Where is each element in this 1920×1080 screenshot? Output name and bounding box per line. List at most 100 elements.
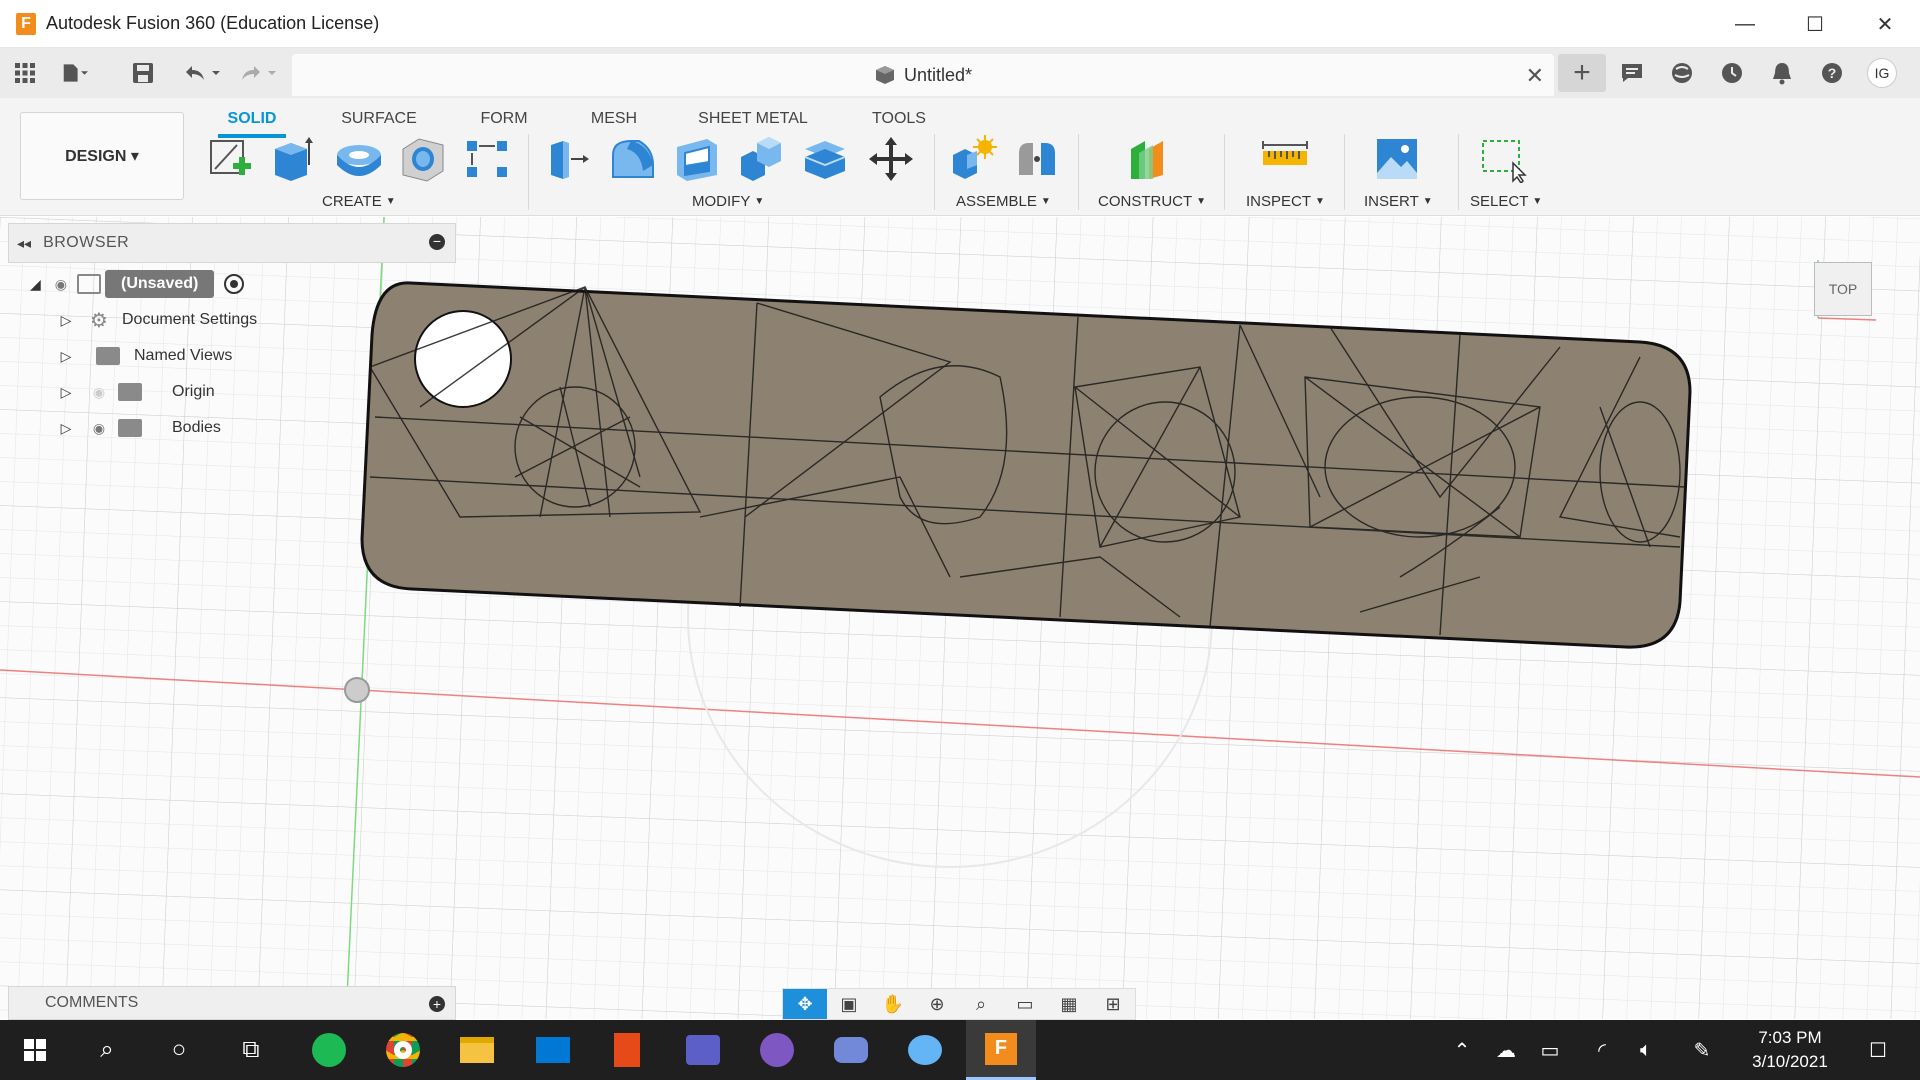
- close-button[interactable]: ✕: [1850, 0, 1920, 48]
- offset-face-tool[interactable]: [800, 134, 850, 184]
- tree-item-origin[interactable]: ▷ ◉ Origin: [56, 376, 215, 408]
- offset-plane-tool[interactable]: [1124, 134, 1174, 184]
- measure-tool[interactable]: [1260, 134, 1310, 184]
- construct-menu[interactable]: CONSTRUCT ▼: [1098, 192, 1206, 210]
- combine-tool[interactable]: [736, 134, 786, 184]
- tab-sheet-metal[interactable]: SHEET METAL: [698, 104, 808, 134]
- collapse-tree-icon[interactable]: ◢: [30, 276, 41, 293]
- grid-settings-icon[interactable]: ▦: [1047, 989, 1091, 1019]
- teams-icon[interactable]: [668, 1020, 738, 1080]
- search-icon[interactable]: ⌕: [72, 1020, 142, 1080]
- user-account-button[interactable]: IG: [1858, 54, 1906, 92]
- create-sketch-tool[interactable]: [206, 134, 256, 184]
- task-view-icon[interactable]: ⧉: [216, 1020, 286, 1080]
- tab-tools[interactable]: TOOLS: [864, 104, 934, 134]
- select-tool[interactable]: [1478, 134, 1528, 184]
- paint-icon[interactable]: [890, 1020, 960, 1080]
- job-status-clock-icon[interactable]: [1708, 54, 1756, 92]
- insert-menu[interactable]: INSERT ▼: [1364, 192, 1433, 210]
- show-hidden-icons-chevron-icon[interactable]: ⌃: [1440, 1020, 1484, 1080]
- action-center-icon[interactable]: ☐: [1848, 1020, 1908, 1080]
- viewports-icon[interactable]: ⊞: [1091, 989, 1135, 1019]
- design-canvas[interactable]: [0, 217, 1920, 1019]
- mail-icon[interactable]: [518, 1020, 588, 1080]
- display-settings-icon[interactable]: ▭: [1003, 989, 1047, 1019]
- shell-tool[interactable]: [672, 134, 722, 184]
- tree-item-bodies[interactable]: ▷ ◉ Bodies: [56, 412, 221, 444]
- modify-menu[interactable]: MODIFY ▼: [692, 192, 764, 210]
- expand-arrow-icon[interactable]: ▷: [56, 420, 76, 437]
- extrude-tool[interactable]: [268, 134, 318, 184]
- minimize-browser-icon[interactable]: −: [429, 234, 445, 250]
- new-tab-plus-icon[interactable]: +: [1558, 54, 1606, 92]
- redo-icon[interactable]: [236, 60, 280, 86]
- zoom-icon[interactable]: ⊕: [915, 989, 959, 1019]
- insert-image-tool[interactable]: [1372, 134, 1422, 184]
- tree-item-document-settings[interactable]: ▷ ⚙ Document Settings: [56, 304, 258, 336]
- orbit-icon[interactable]: ✥: [783, 989, 827, 1019]
- onedrive-icon[interactable]: ☁: [1484, 1020, 1528, 1080]
- viewcube[interactable]: TOP: [1810, 258, 1878, 322]
- tab-solid[interactable]: SOLID: [218, 104, 286, 138]
- tab-form[interactable]: FORM: [476, 104, 532, 134]
- close-document-button[interactable]: ✕: [1526, 63, 1544, 89]
- file-explorer-icon[interactable]: [442, 1020, 512, 1080]
- tab-surface[interactable]: SURFACE: [338, 104, 420, 134]
- pan-hand-icon[interactable]: ✋: [871, 989, 915, 1019]
- fit-zoom-icon[interactable]: ⌕: [959, 989, 1003, 1019]
- save-icon[interactable]: [130, 60, 156, 86]
- online-status-icon[interactable]: [1658, 54, 1706, 92]
- viewcube-top-face[interactable]: TOP: [1814, 262, 1872, 316]
- hole-tool[interactable]: [398, 134, 448, 184]
- minimize-button[interactable]: —: [1710, 0, 1780, 48]
- press-pull-tool[interactable]: [544, 134, 594, 184]
- help-icon[interactable]: ?: [1808, 54, 1856, 92]
- visibility-eye-icon[interactable]: ◉: [84, 420, 114, 437]
- bell-icon[interactable]: [1758, 54, 1806, 92]
- new-component-tool[interactable]: [948, 134, 998, 184]
- data-panel-grid-icon[interactable]: [12, 60, 38, 86]
- spotify-icon[interactable]: [294, 1020, 364, 1080]
- move-copy-tool[interactable]: [866, 134, 916, 184]
- activate-radio-icon[interactable]: [224, 274, 245, 294]
- create-menu[interactable]: CREATE ▼: [322, 192, 396, 210]
- discord-icon[interactable]: [816, 1020, 886, 1080]
- add-comment-icon[interactable]: +: [429, 996, 445, 1012]
- battery-icon[interactable]: ▭: [1528, 1020, 1572, 1080]
- expand-arrow-icon[interactable]: ▷: [56, 312, 76, 329]
- pen-workspace-icon[interactable]: ✎: [1680, 1020, 1724, 1080]
- cortana-icon[interactable]: ○: [144, 1020, 214, 1080]
- volume-icon[interactable]: 🔈︎: [1624, 1020, 1668, 1080]
- pattern-tool[interactable]: [462, 134, 512, 184]
- hidden-eye-icon[interactable]: ◉: [84, 384, 114, 401]
- assemble-menu[interactable]: ASSEMBLE ▼: [956, 192, 1051, 210]
- visibility-eye-icon[interactable]: ◉: [55, 276, 67, 293]
- system-clock[interactable]: 7:03 PM 3/10/2021: [1740, 1026, 1840, 1074]
- undo-icon[interactable]: [180, 60, 224, 86]
- expand-arrow-icon[interactable]: ▷: [56, 384, 76, 401]
- select-menu[interactable]: SELECT ▼: [1470, 192, 1542, 210]
- tree-root-node[interactable]: ◢ ◉ (Unsaved): [30, 268, 245, 300]
- file-menu-icon[interactable]: [62, 60, 88, 86]
- document-tab[interactable]: Untitled* ✕: [292, 54, 1554, 96]
- mesh-body[interactable]: [360, 281, 1692, 649]
- office-icon[interactable]: [592, 1020, 662, 1080]
- wifi-icon[interactable]: ◜: [1580, 1020, 1624, 1080]
- expand-arrow-icon[interactable]: ▷: [56, 348, 76, 365]
- github-icon[interactable]: [742, 1020, 812, 1080]
- chrome-icon[interactable]: [368, 1020, 438, 1080]
- tree-item-named-views[interactable]: ▷ Named Views: [56, 340, 232, 372]
- notifications-chat-icon[interactable]: [1608, 54, 1656, 92]
- maximize-button[interactable]: ☐: [1780, 0, 1850, 48]
- origin-point[interactable]: [344, 677, 370, 703]
- inspect-menu[interactable]: INSPECT ▼: [1246, 192, 1325, 210]
- revolve-tool[interactable]: [334, 134, 384, 184]
- look-at-icon[interactable]: ▣: [827, 989, 871, 1019]
- fusion-360-taskbar-icon[interactable]: F: [966, 1020, 1036, 1080]
- windows-start-icon[interactable]: [0, 1020, 70, 1080]
- collapse-browser-icon[interactable]: ◂◂: [17, 235, 31, 252]
- joint-tool[interactable]: [1012, 134, 1062, 184]
- workspace-switcher-button[interactable]: DESIGN ▾: [20, 112, 184, 200]
- tab-mesh[interactable]: MESH: [584, 104, 644, 134]
- fillet-tool[interactable]: [608, 134, 658, 184]
